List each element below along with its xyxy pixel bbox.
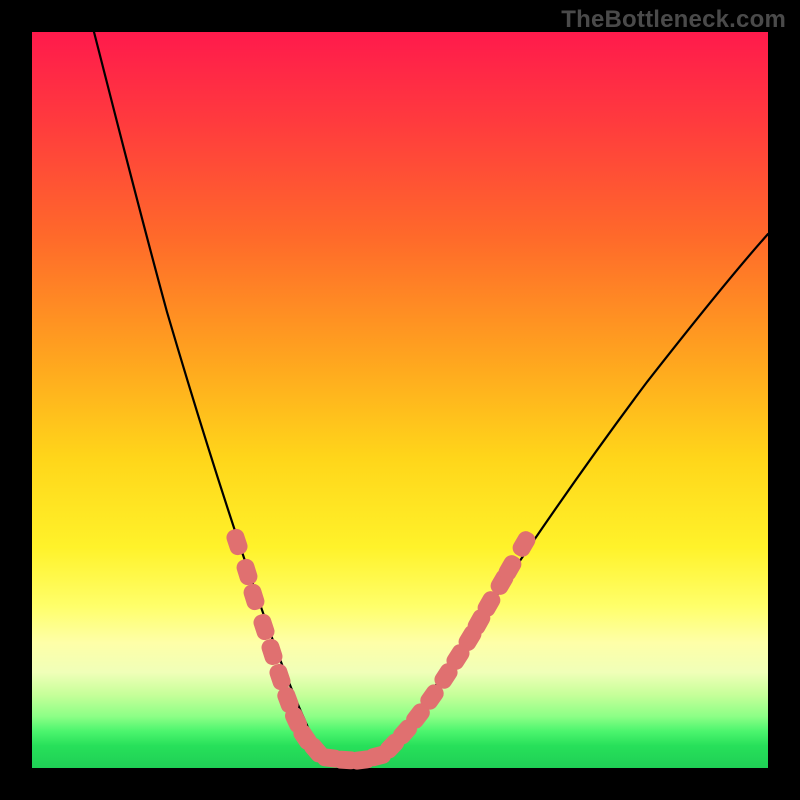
- bead-marker: [242, 582, 267, 612]
- curve-beads: [224, 527, 538, 771]
- bead-marker: [224, 527, 249, 557]
- curve-svg: [32, 32, 768, 768]
- bead-marker: [510, 528, 539, 560]
- chart-frame: TheBottleneck.com: [0, 0, 800, 800]
- watermark-text: TheBottleneck.com: [561, 6, 786, 34]
- bottleneck-curve: [94, 32, 768, 762]
- plot-area: [32, 32, 768, 768]
- bead-marker: [235, 557, 260, 587]
